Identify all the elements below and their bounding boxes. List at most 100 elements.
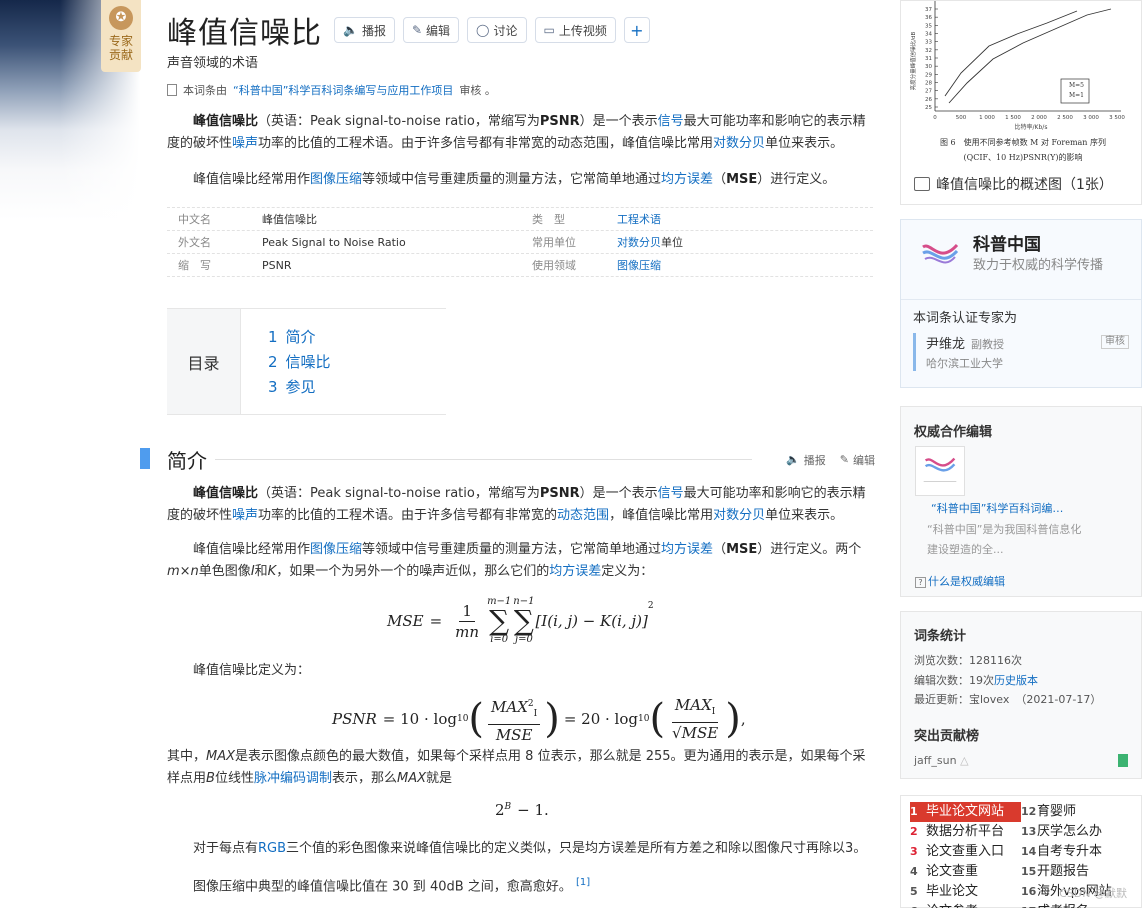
link-signal[interactable]: 信号: [658, 486, 684, 501]
info-link[interactable]: 图像压缩: [617, 259, 661, 272]
toc-item-snr[interactable]: 2 信噪比: [268, 350, 331, 375]
link-mse[interactable]: 均方误差: [661, 542, 713, 557]
contributor-row[interactable]: jaff_sun △: [914, 754, 1128, 767]
abbr: MSE: [726, 542, 758, 557]
authority-link[interactable]: “科普中国”科学百科词编…: [931, 500, 1063, 516]
entry-stats-card: 词条统计 浏览次数：128116次 编辑次数：19次历史版本 最近更新：宝lov…: [900, 611, 1142, 779]
summary-figure-box[interactable]: 37 36 35 34 33 32 31 30 29 28 27 26 25 0 500 1 000 1 50…: [900, 0, 1142, 205]
link-signal[interactable]: 信号: [658, 114, 684, 129]
link-decibel[interactable]: 对数分贝: [713, 508, 765, 523]
minus-one: − 1.: [517, 801, 549, 819]
link-mse[interactable]: 均方误差: [661, 172, 713, 187]
hot-item[interactable]: 4 论文查重: [910, 862, 1021, 882]
toc-number: 1: [268, 328, 278, 346]
what-is-authority-link[interactable]: ? 什么是权威编辑: [915, 573, 1005, 589]
info-link[interactable]: 工程术语: [617, 213, 661, 226]
figure-summary-link[interactable]: 峰值信噪比的概述图（1张）: [914, 174, 1113, 194]
hot-item[interactable]: 3 论文查重入口: [910, 842, 1021, 862]
pencil-icon: ✎: [411, 23, 423, 37]
toc-number: 2: [268, 353, 278, 371]
link-noise[interactable]: 噪声: [232, 136, 258, 151]
updated-user[interactable]: 宝lovex: [969, 693, 1009, 706]
expert-contribution-badge[interactable]: ✪ 专家贡献: [101, 0, 141, 72]
section-broadcast-button[interactable]: 🔈 播报: [786, 452, 826, 468]
info-link[interactable]: 对数分贝: [617, 236, 661, 249]
table-row: 中文名 峰值信噪比 类 型 工程术语: [167, 208, 873, 231]
log-base: 10: [456, 714, 469, 724]
figure-y-tick: 28: [925, 81, 932, 87]
link-dynamic-range[interactable]: 动态范围: [557, 508, 609, 523]
hot-item[interactable]: 15开题报告: [1021, 862, 1131, 882]
review-badge: 审核: [1101, 335, 1129, 349]
add-button[interactable]: +: [623, 17, 650, 43]
notice-link[interactable]: “科普中国”科学百科词条编写与应用工作项目: [233, 82, 453, 98]
figure-y-tick: 32: [925, 48, 932, 54]
link-image-compression[interactable]: 图像压缩: [310, 542, 362, 557]
section-paragraph-2: 峰值信噪比经常用作图像压缩等领域中信号重建质量的测量方法，它常简单地通过均方误差…: [167, 539, 867, 583]
link-noise[interactable]: 噪声: [232, 508, 258, 523]
expert-university: 哈尔滨工业大学: [926, 357, 1003, 370]
table-of-contents: 目录 1 简介 2 信噪比 3 参见: [167, 308, 446, 415]
figure-xlabel: 比特率/Kb/s: [1015, 123, 1048, 131]
text: 图像压缩中典型的峰值信噪比值在 30 到 40dB 之间，愈高愈好。: [193, 879, 572, 895]
hot-label: 育婴师: [1037, 804, 1077, 819]
expert-card[interactable]: 尹维龙 副教授 哈尔滨工业大学 审核: [913, 333, 1129, 371]
section-title: 简介: [167, 449, 207, 473]
basic-info-table: 中文名 峰值信噪比 类 型 工程术语 外文名 Peak Signal to No…: [167, 207, 873, 277]
hot-rank: 4: [910, 865, 918, 878]
hot-item[interactable]: 2 数据分析平台: [910, 822, 1021, 842]
figure-legend-m1: M=1: [1069, 92, 1084, 99]
link-pcm[interactable]: 脉冲编码调制: [254, 771, 332, 786]
hot-item[interactable]: 6论文参考: [910, 902, 1021, 908]
bookmark-icon: [1118, 754, 1128, 767]
hot-rank: 17: [1021, 902, 1037, 908]
document-icon: [167, 84, 177, 96]
kepu-brand[interactable]: 科普中国 致力于权威的科学传播: [921, 234, 1103, 276]
link-mse[interactable]: 均方误差: [549, 564, 601, 579]
text: ，峰值信噪比常用: [609, 508, 714, 523]
toc-item-intro[interactable]: 1 简介: [268, 325, 331, 350]
hot-item[interactable]: 14自考专升本: [1021, 842, 1131, 862]
toc-item-see-also[interactable]: 3 参见: [268, 375, 331, 400]
discuss-button[interactable]: ◯ 讨论: [467, 17, 527, 43]
formula-fraction: MAXI √MSE: [669, 695, 721, 743]
text: ）进行定义。: [757, 172, 836, 187]
contributor: jaff_sun △: [914, 754, 969, 767]
sum-lower: j=0: [514, 634, 533, 645]
max: MAX: [491, 697, 528, 716]
hot-item[interactable]: 1 毕业论文网站: [910, 802, 1021, 822]
authority-thumbnail[interactable]: [915, 446, 965, 496]
log-base: 10: [637, 714, 650, 724]
link-decibel[interactable]: 对数分贝: [713, 136, 765, 151]
authority-description: “科普中国”是为我国科普信息化建设塑造的全...: [927, 523, 1082, 556]
upload-video-button[interactable]: ▭ 上传视频: [534, 17, 616, 43]
hot-item[interactable]: 17成考报名: [1021, 902, 1131, 908]
link-image-compression[interactable]: 图像压缩: [310, 172, 362, 187]
formula-eq: =: [429, 612, 443, 630]
toc-number: 3: [268, 378, 278, 396]
title-row: 峰值信噪比 🔈 播报 ✎ 编辑 ◯ 讨论 ▭ 上传视频 +: [167, 8, 658, 52]
hot-item[interactable]: 12育婴师: [1021, 802, 1131, 822]
pencil-icon: ✎: [839, 453, 849, 466]
exponent: 2: [647, 601, 654, 611]
exponent: 2: [527, 698, 534, 709]
figure-caption-line2: (QCIF、10 Hz)PSNR(Y)的影响: [964, 152, 1083, 162]
citation-link[interactable]: [1]: [576, 877, 590, 888]
figure-x-tick: 0: [933, 115, 937, 121]
figure-summary-label: 峰值信噪比的概述图（1张）: [936, 177, 1113, 193]
plus-icon: +: [630, 20, 644, 40]
text: （英语：Peak signal-to-noise ratio，常缩写为: [258, 114, 540, 129]
stat-updated: 最近更新：宝lovex （2021-07-17）: [914, 691, 1101, 707]
hot-item[interactable]: 13厌学怎么办: [1021, 822, 1131, 842]
figure-x-tick: 1 000: [979, 115, 995, 121]
table-row: 缩 写 PSNR 使用领域 图像压缩: [167, 254, 873, 277]
edit-button[interactable]: ✎ 编辑: [402, 17, 460, 43]
section-edit-button[interactable]: ✎ 编辑: [840, 452, 875, 468]
info-label: 使用领域: [532, 259, 576, 272]
hot-item[interactable]: 5 毕业论文: [910, 882, 1021, 902]
link-rgb[interactable]: RGB: [258, 841, 286, 856]
history-link[interactable]: 历史版本: [994, 674, 1038, 687]
text: （英语：Peak signal-to-noise ratio，常缩写为: [258, 486, 540, 501]
broadcast-button[interactable]: 🔈 播报: [334, 17, 395, 43]
section-paragraph-4: 其中，MAX是表示图像点颜色的最大数值，如果每个采样点用 8 位表示，那么就是 …: [167, 746, 867, 790]
